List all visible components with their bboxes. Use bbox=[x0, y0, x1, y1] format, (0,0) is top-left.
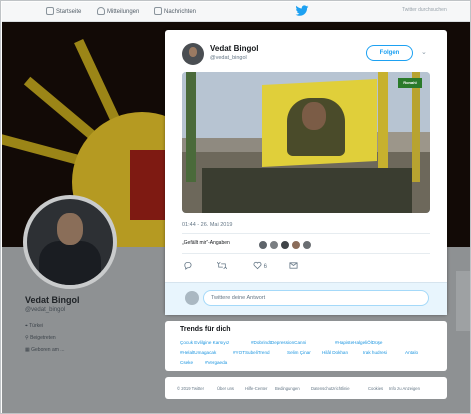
trend-link[interactable]: Antalo bbox=[405, 350, 418, 355]
liker-avatar[interactable] bbox=[302, 240, 312, 250]
footer-link[interactable]: Bedingungen bbox=[275, 386, 300, 391]
twitter-page: Startseite Mitteilungen Nachrichten Twit… bbox=[0, 0, 471, 414]
tweet-author-handle[interactable]: @vedat_bingol bbox=[210, 55, 247, 61]
divider bbox=[182, 253, 430, 254]
reply-input[interactable]: Twittere deine Antwort bbox=[203, 290, 429, 306]
reply-box: Twittere deine Antwort bbox=[165, 282, 447, 315]
footer-link[interactable]: Datenschutzrichtlinie bbox=[311, 386, 350, 391]
trend-link[interactable]: Hilâl Dokhan bbox=[322, 350, 348, 355]
media-logo: Ronahî bbox=[398, 78, 422, 88]
trends-title: Trends für dich bbox=[180, 326, 231, 333]
trend-link[interactable]: #YOTSubeliTrend bbox=[233, 350, 270, 355]
trend-link[interactable]: Cseke bbox=[180, 360, 193, 365]
profile-link-text: Beigetreten bbox=[30, 335, 56, 341]
divider bbox=[182, 233, 430, 234]
reply-button[interactable] bbox=[183, 261, 192, 270]
trend-link[interactable]: #HelaltUmagacak bbox=[180, 350, 216, 355]
profile-link[interactable]: ⚲ Beigetreten bbox=[25, 335, 56, 341]
profile-joined: ▦ Geboren am ... bbox=[25, 347, 64, 353]
profile-name: Vedat Bingol bbox=[25, 295, 80, 305]
reply-icon bbox=[184, 261, 192, 270]
profile-joined-text: Geboren am ... bbox=[31, 347, 65, 353]
liker-avatar[interactable] bbox=[258, 240, 268, 250]
like-count-row[interactable]: „Gefällt mir“-Angaben bbox=[182, 240, 230, 246]
footer-link[interactable]: Über uns bbox=[217, 386, 234, 391]
tweet-author-avatar[interactable] bbox=[182, 43, 204, 65]
trend-link[interactable]: Çocuk Evlilgine Karsıyız bbox=[180, 340, 229, 345]
mail-icon bbox=[154, 7, 162, 15]
tweet-modal: Vedat Bingol @vedat_bingol Folgen ⌄ Rona… bbox=[165, 30, 447, 315]
bell-icon bbox=[97, 7, 105, 15]
footer-copyright: © 2019 Twitter bbox=[177, 386, 204, 391]
trend-link[interactable]: #HapisteHalgeliÖlDüşe bbox=[335, 340, 383, 345]
like-count: 6 bbox=[263, 264, 268, 270]
trends-panel: Trends für dich Çocuk Evlilgine Karsıyız… bbox=[165, 321, 447, 371]
side-widget bbox=[456, 271, 470, 331]
retweet-icon bbox=[216, 261, 228, 270]
profile-location: ⌖ Türkei bbox=[25, 323, 43, 329]
likes-label: „Gefällt mir“-Angaben bbox=[182, 240, 230, 246]
profile-location-text: Türkei bbox=[29, 323, 44, 329]
retweet-button[interactable] bbox=[216, 261, 228, 270]
nav-home[interactable]: Startseite bbox=[46, 7, 81, 15]
user-avatar bbox=[185, 291, 199, 305]
footer-link[interactable]: Info zu Anzeigen bbox=[389, 386, 420, 391]
nav-notifications-label: Mitteilungen bbox=[107, 9, 140, 15]
dm-button[interactable] bbox=[289, 261, 298, 270]
footer-link[interactable]: Cookies bbox=[368, 386, 383, 391]
tweet-timestamp[interactable]: 01:44 - 26. Mai 2019 bbox=[182, 222, 232, 228]
liker-avatars bbox=[258, 237, 313, 250]
profile-handle: @vedat_bingol bbox=[25, 307, 66, 313]
liker-avatar[interactable] bbox=[269, 240, 279, 250]
trend-link[interactable]: Irak hudresi bbox=[363, 350, 387, 355]
twitter-bird-icon[interactable] bbox=[295, 5, 309, 17]
home-icon bbox=[46, 7, 54, 15]
trend-link[interactable]: Selim Çinar bbox=[287, 350, 311, 355]
message-icon bbox=[289, 262, 298, 269]
nav-messages-label: Nachrichten bbox=[164, 9, 197, 15]
heart-icon bbox=[253, 261, 262, 270]
footer: © 2019 Twitter Über uns Hilfe-Center Bed… bbox=[165, 377, 447, 399]
liker-avatar[interactable] bbox=[291, 240, 301, 250]
trend-link[interactable]: #Vergaeda bbox=[205, 360, 227, 365]
nav-notifications[interactable]: Mitteilungen bbox=[97, 7, 139, 15]
nav-home-label: Startseite bbox=[56, 9, 82, 15]
nav-messages[interactable]: Nachrichten bbox=[154, 7, 196, 15]
liker-avatar[interactable] bbox=[280, 240, 290, 250]
profile-avatar[interactable] bbox=[23, 195, 117, 289]
search-input[interactable]: Twitter durchsuchen bbox=[402, 7, 457, 17]
trend-link[interactable]: #DobrindtDepressionCanni bbox=[251, 340, 306, 345]
follow-button[interactable]: Folgen bbox=[366, 45, 413, 61]
tweet-author-name[interactable]: Vedat Bingol bbox=[210, 44, 258, 53]
like-button[interactable]: 6 bbox=[253, 261, 267, 270]
tweet-image[interactable]: Ronahî bbox=[182, 72, 430, 213]
top-nav: Startseite Mitteilungen Nachrichten Twit… bbox=[2, 2, 470, 22]
footer-link[interactable]: Hilfe-Center bbox=[245, 386, 267, 391]
chevron-down-icon[interactable]: ⌄ bbox=[421, 48, 430, 57]
